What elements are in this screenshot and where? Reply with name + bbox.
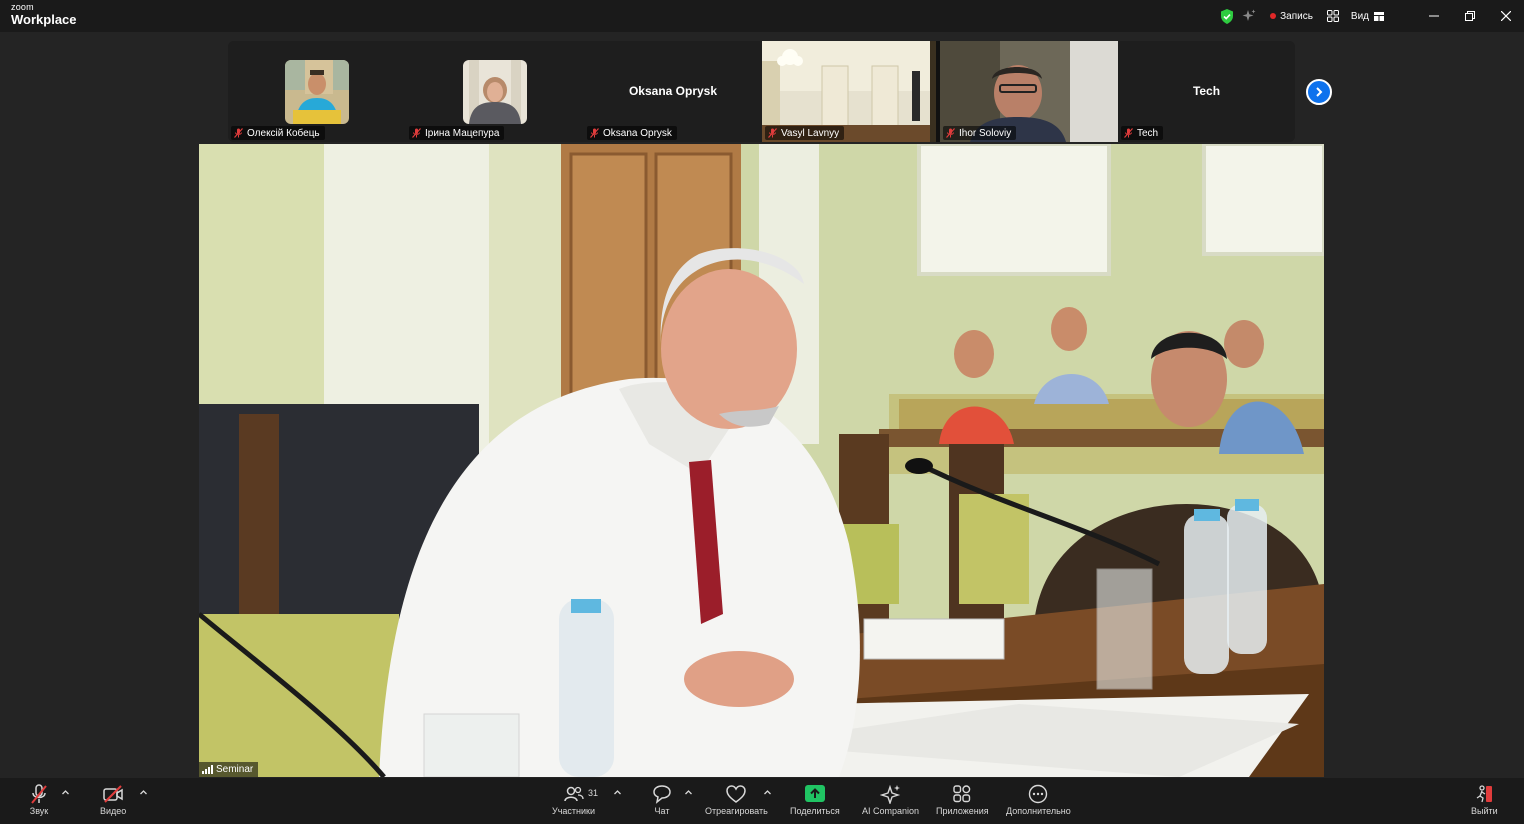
mic-muted-icon (31, 784, 47, 804)
next-page-button[interactable] (1306, 79, 1332, 105)
meeting-toolbar: Звук Видео Участники 31 Чат Отреагироват… (0, 778, 1524, 824)
avatar (285, 60, 349, 124)
record-dot-icon (1270, 13, 1277, 19)
participant-tile[interactable]: Oksana Oprysk Oksana Oprysk (584, 41, 762, 142)
react-label: Отреагировать (705, 806, 768, 816)
participants-options-caret-icon[interactable] (613, 788, 622, 797)
participant-name-tag: Oksana Oprysk (587, 126, 677, 140)
app-logo: zoom Workplace (11, 2, 77, 27)
participant-name: Oksana Oprysk (603, 127, 672, 139)
share-button[interactable]: Поделиться (790, 784, 840, 816)
apps-button[interactable]: Приложения (936, 784, 989, 816)
mic-muted-icon (234, 128, 243, 138)
view-button[interactable]: Вид (1351, 11, 1384, 22)
participant-name-tag: Олексій Кобець (231, 126, 325, 140)
video-options-caret-icon[interactable] (139, 788, 148, 797)
leave-button[interactable]: Выйти (1471, 784, 1498, 816)
heart-icon (726, 785, 747, 803)
participant-name-tag: Ihor Soloviy (943, 126, 1017, 140)
participant-tile[interactable]: Ihor Soloviy (940, 41, 1118, 142)
minimize-button[interactable] (1416, 0, 1452, 32)
close-button[interactable] (1488, 0, 1524, 32)
speaker-name: Seminar (216, 764, 254, 775)
mic-muted-icon (768, 128, 777, 138)
minimize-icon (1429, 15, 1439, 17)
chat-button[interactable]: Чат (651, 784, 673, 816)
restore-icon (1465, 11, 1475, 21)
participant-display-name: Tech (1192, 84, 1221, 98)
ai-companion-label: AI Companion (862, 806, 920, 816)
participant-name: Tech (1137, 127, 1159, 139)
participant-tile[interactable]: Vasyl Lavnyy (762, 41, 940, 142)
sparkle-icon (879, 784, 900, 804)
chat-label: Чат (654, 806, 670, 816)
avatar (463, 60, 527, 124)
mic-muted-icon (412, 128, 421, 138)
participant-name: Ірина Мацепура (425, 127, 500, 139)
react-button[interactable]: Отреагировать (705, 784, 768, 816)
chevron-right-icon (1316, 87, 1323, 97)
view-label: Вид (1350, 10, 1369, 22)
mic-muted-icon (946, 128, 955, 138)
participant-name-tag: Ірина Мацепура (409, 126, 505, 140)
participant-name-tag: Tech (1121, 126, 1164, 140)
logo-big-text: Workplace (11, 12, 77, 27)
logo-small-text: zoom (11, 2, 34, 12)
apps-grid-icon[interactable] (1326, 10, 1339, 22)
react-options-caret-icon[interactable] (763, 788, 772, 797)
mic-muted-icon (1124, 128, 1133, 138)
leave-icon (1476, 785, 1493, 803)
leave-label: Выйти (1471, 806, 1498, 816)
participant-name: Vasyl Lavnyy (781, 127, 840, 139)
ai-companion-button[interactable]: AI Companion (862, 784, 919, 816)
participant-strip: Олексій Кобець Ірина Мацепура Oksana Opr… (228, 41, 1295, 142)
active-speaker-video (199, 144, 1324, 777)
audio-label: Звук (29, 806, 49, 816)
chat-options-caret-icon[interactable] (684, 788, 693, 797)
share-screen-icon (804, 785, 825, 802)
audio-button[interactable]: Звук (28, 784, 50, 816)
apps-icon (953, 785, 971, 803)
encryption-shield-icon[interactable] (1220, 8, 1234, 24)
video-off-icon (103, 785, 123, 803)
participants-icon (563, 786, 584, 802)
participant-tile[interactable]: Олексій Кобець (228, 41, 406, 142)
participant-display-name: Oksana Oprysk (628, 84, 718, 98)
close-icon (1501, 11, 1511, 21)
more-label: Дополнительно (1006, 806, 1071, 816)
share-label: Поделиться (790, 806, 840, 816)
chat-icon (653, 785, 671, 804)
speaker-video-frame (199, 144, 1324, 777)
participant-name: Ihor Soloviy (959, 127, 1012, 139)
participants-label: Участники (552, 806, 595, 816)
title-bar: zoom Workplace Запись Вид (0, 0, 1524, 32)
sparkle-icon[interactable] (1242, 9, 1256, 23)
connection-signal-icon (202, 765, 213, 774)
view-grid-icon (1374, 11, 1384, 21)
video-button[interactable]: Видео (100, 784, 126, 816)
more-dots-icon (1029, 784, 1048, 804)
participant-name-tag: Vasyl Lavnyy (765, 126, 845, 140)
recording-label: Запись (1280, 10, 1313, 22)
video-label: Видео (100, 806, 127, 816)
audio-options-caret-icon[interactable] (61, 788, 70, 797)
participant-tile[interactable]: Tech Tech (1118, 41, 1295, 142)
participant-tile[interactable]: Ірина Мацепура (406, 41, 584, 142)
participants-count: 31 (588, 788, 599, 798)
recording-indicator[interactable]: Запись (1270, 11, 1313, 22)
participant-name: Олексій Кобець (247, 127, 320, 139)
speaker-name-tag: Seminar (199, 762, 259, 777)
restore-button[interactable] (1452, 0, 1488, 32)
more-button[interactable]: Дополнительно (1006, 784, 1071, 816)
mic-muted-icon (590, 128, 599, 138)
apps-label: Приложения (936, 806, 989, 816)
